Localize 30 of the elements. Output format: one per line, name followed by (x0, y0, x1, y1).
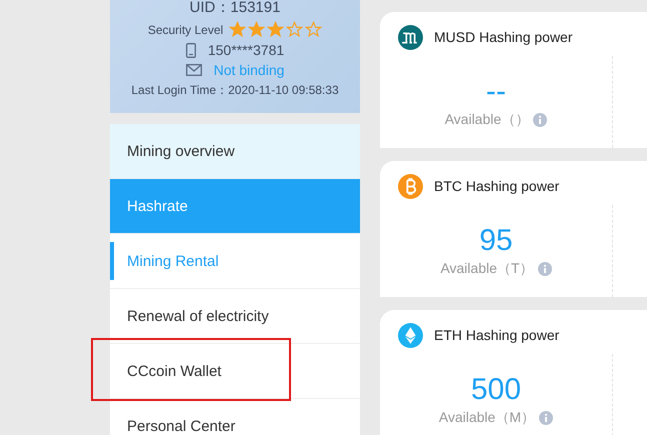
menu-item[interactable]: Personal Center (110, 399, 360, 435)
star-outline-icon (286, 21, 304, 38)
menu-item[interactable]: CCcoin Wallet (110, 344, 360, 399)
bitcoin-icon (398, 174, 423, 198)
available-label: Available（M） (438, 409, 536, 427)
coin-m-icon (398, 24, 423, 50)
info-icon[interactable] (533, 113, 548, 127)
hashrate-value: 95 (479, 224, 513, 258)
star-filled-icon (267, 21, 284, 38)
card-title: BTC Hashing power (434, 178, 560, 194)
phone-number: 150****3781 (208, 42, 284, 58)
available-label: Available（） (444, 111, 530, 129)
star-outline-icon (305, 21, 322, 38)
info-icon[interactable] (539, 411, 554, 425)
available-label: Available（T） (440, 260, 534, 278)
security-label: Security Level (148, 22, 224, 36)
star-filled-icon (248, 21, 266, 38)
last-login-time: Last Login Time：2020-11-10 09:58:33 (131, 82, 339, 99)
ethereum-icon (398, 322, 423, 348)
hashrate-value: 500 (470, 373, 522, 407)
star-filled-icon (229, 21, 246, 38)
menu-item[interactable]: Mining overview (110, 124, 360, 179)
phone-icon (186, 42, 196, 58)
card-title: ETH Hashing power (434, 327, 560, 343)
card-title: MUSD Hashing power (434, 29, 572, 45)
info-icon[interactable] (538, 262, 552, 276)
user-id: UID：153191 (190, 0, 280, 17)
hashrate-value: -- (486, 75, 506, 109)
mail-icon (186, 64, 202, 76)
menu-item[interactable]: Renewal of electricity (110, 289, 360, 344)
